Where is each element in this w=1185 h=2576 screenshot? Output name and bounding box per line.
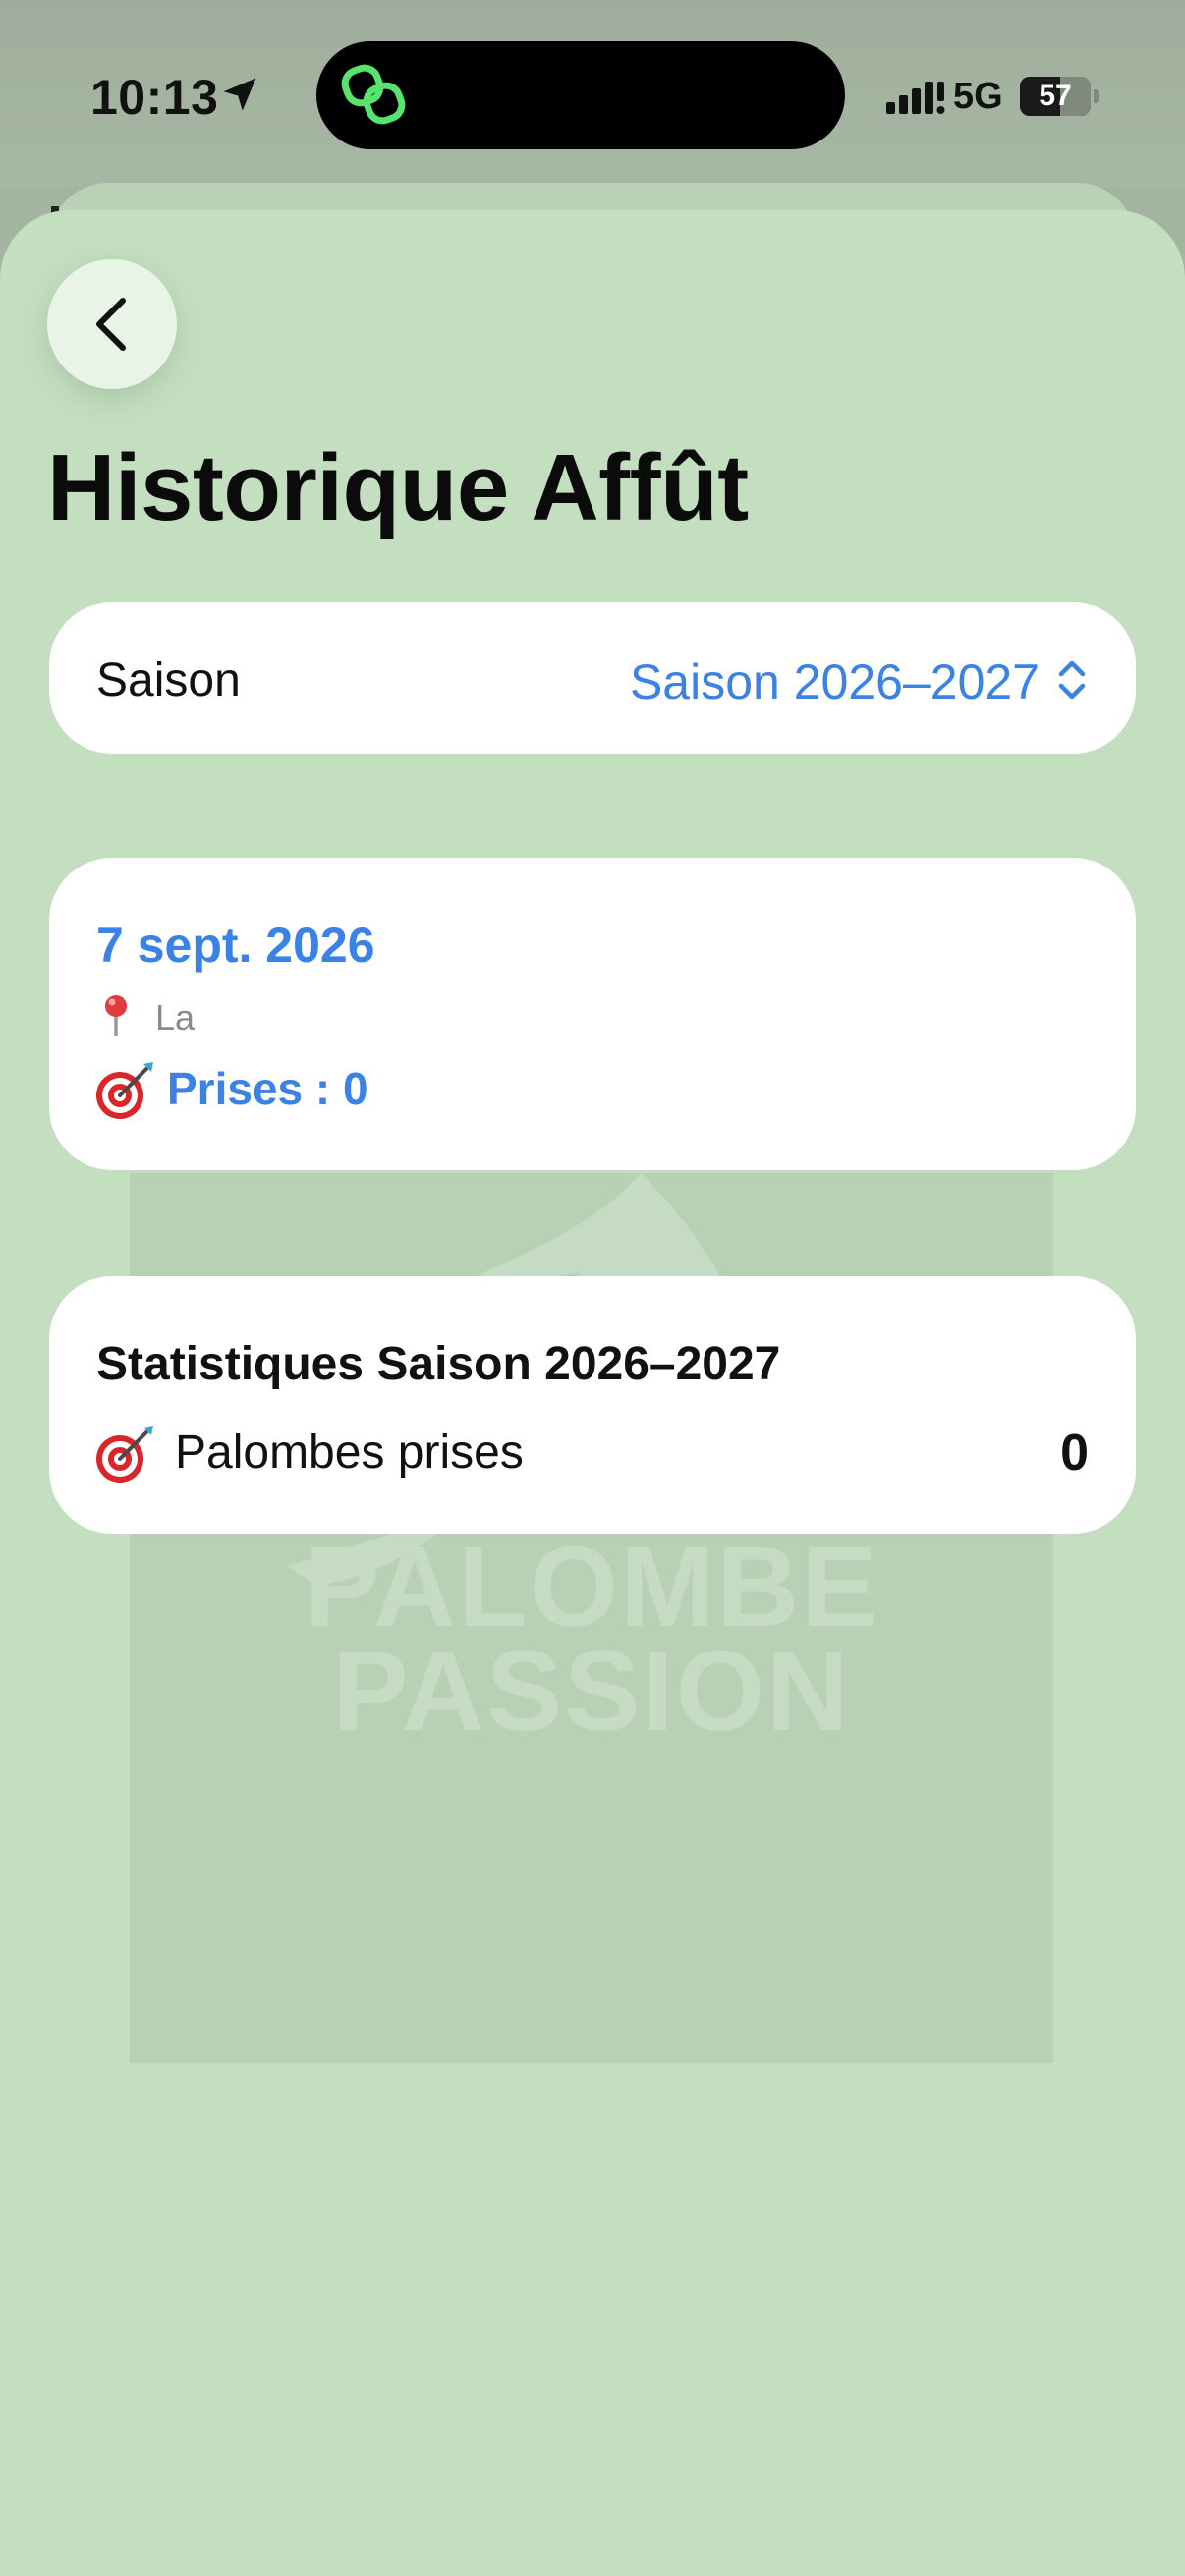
chevron-updown-icon: [1058, 660, 1086, 700]
status-bar: 10:13 5G 57: [0, 0, 1185, 187]
session-location: La: [155, 997, 196, 1037]
season-picker-label: Saison: [96, 654, 241, 706]
page-title: Historique Affût: [47, 435, 749, 540]
battery-icon: 57: [1020, 77, 1091, 116]
season-picker[interactable]: Saison Saison 2026–2027: [49, 602, 1136, 754]
season-stats-card: Statistiques Saison 2026–2027 Palombes p…: [49, 1276, 1136, 1534]
watermark-line-1: PALOMBE: [304, 1523, 879, 1651]
stats-row-value: 0: [1060, 1425, 1089, 1482]
location-arrow-icon: [223, 78, 256, 111]
stats-row-label: Palombes prises: [175, 1427, 524, 1479]
signal-icon: [886, 82, 945, 114]
status-time: 10:13: [90, 70, 219, 125]
watermark-line-2: PASSION: [332, 1627, 851, 1755]
battery-cap: [1094, 89, 1099, 103]
session-card[interactable]: 7 sept. 2026 La Prises : 0: [49, 858, 1136, 1170]
target-icon: [96, 1426, 153, 1483]
watermark-text: PALOMBE PASSION: [130, 1523, 1053, 1755]
dynamic-island: [316, 41, 845, 149]
session-catches: Prises : 0: [167, 1063, 368, 1114]
season-picker-value[interactable]: Saison 2026–2027: [630, 653, 1040, 710]
history-sheet: PALOMBE PASSION Historique Affût Saison …: [0, 210, 1185, 2576]
stats-title: Statistiques Saison 2026–2027: [96, 1338, 781, 1390]
session-date: 7 sept. 2026: [96, 918, 375, 973]
back-button[interactable]: [47, 259, 177, 389]
link-app-icon: [341, 64, 406, 125]
pin-icon: [105, 995, 127, 1036]
battery-percent: 57: [1039, 80, 1072, 112]
target-icon: [96, 1062, 153, 1119]
chevron-left-icon: [96, 298, 126, 351]
network-type: 5G: [953, 76, 1003, 117]
